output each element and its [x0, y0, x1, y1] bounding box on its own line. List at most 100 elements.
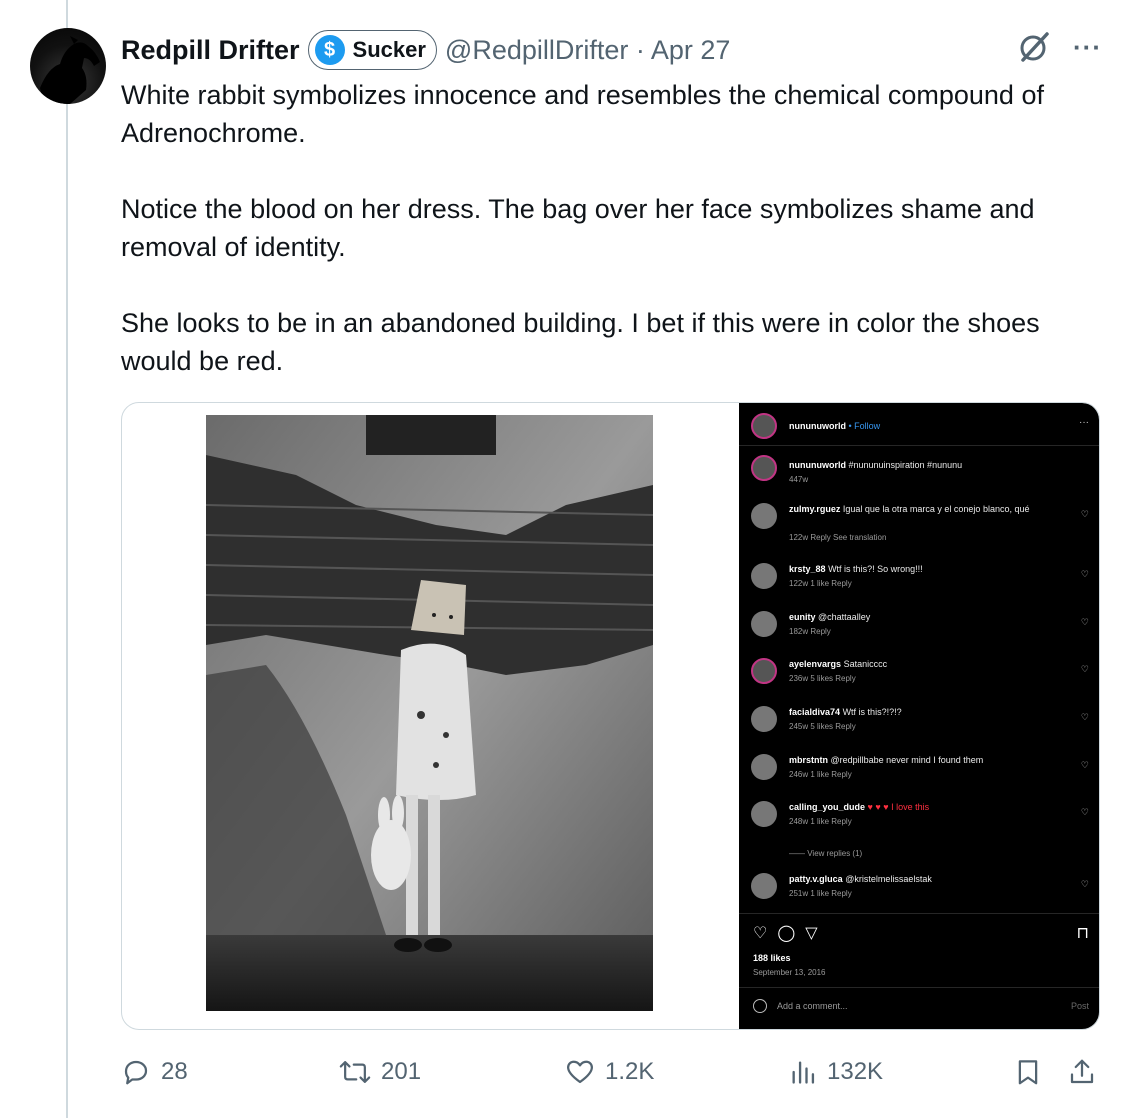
reply-icon	[124, 1060, 148, 1085]
ig-caption-age: 447w	[789, 475, 809, 484]
author-name[interactable]: Redpill Drifter	[121, 35, 300, 66]
tweet-paragraph: Notice the blood on her dress. The bag o…	[121, 194, 1035, 262]
ig-avatar	[751, 754, 777, 780]
ig-view-replies: —— View replies (1)	[789, 849, 863, 858]
ig-bookmark-icon: ⊓	[1076, 925, 1089, 942]
share-icon	[1070, 1059, 1094, 1084]
repost-button[interactable]: 201	[339, 1052, 421, 1092]
tweet-top-actions: ···	[1017, 30, 1102, 64]
author-handle-date[interactable]: @RedpillDrifter · Apr 27	[445, 35, 731, 66]
ig-heart-icon: ♡	[1080, 807, 1089, 817]
tweet-paragraph: White rabbit symbolizes innocence and re…	[121, 80, 1044, 148]
ig-comment-text: Wtf is this?! So wrong!!!	[828, 564, 923, 574]
ig-comment-text: Wtf is this?!?!?	[842, 707, 902, 717]
ig-avatar	[751, 706, 777, 732]
ig-post-label: Post	[1070, 1001, 1089, 1011]
ig-comment-text: @redpillbabe never mind I found them	[830, 755, 984, 765]
ig-avatar	[751, 611, 777, 637]
ig-comment-meta: 245w 5 likes Reply	[789, 722, 856, 731]
ig-comment-meta: 122w Reply See translation	[789, 533, 887, 542]
ig-heart-icon: ♡	[1080, 879, 1089, 889]
ig-avatar	[751, 563, 777, 589]
ig-comment: eunity @chattaalley 182w Reply ♡	[751, 611, 1089, 637]
ig-emoji-icon	[753, 999, 767, 1013]
ig-comment-meta: 246w 1 like Reply	[789, 770, 852, 779]
ig-comment-meta: 251w 1 like Reply	[789, 889, 852, 898]
ig-comment: ayelenvargs Satanicccc 236w 5 likes Reply…	[751, 658, 1089, 684]
ig-heart-icon: ♡	[1080, 617, 1089, 627]
tweet-paragraph: She looks to be in an abandoned building…	[121, 308, 1040, 376]
ig-comment-text: @chattaalley	[818, 612, 871, 622]
ig-header: nununuworld • Follow	[751, 413, 1089, 439]
ig-comment-user: eunity	[789, 612, 816, 622]
tweet-media[interactable]: nununuworld • Follow ··· nununuworld #nu…	[121, 402, 1100, 1030]
badge-label: Sucker	[352, 37, 426, 62]
bookmark-button[interactable]	[1013, 1052, 1043, 1092]
ig-comment-text: @kristelmelissaelstak	[845, 874, 932, 884]
ig-header-user: nununuworld	[789, 421, 846, 431]
ig-comment: krsty_88 Wtf is this?! So wrong!!! 122w 1…	[751, 563, 1089, 589]
ig-caption-text: #nununuinspiration #nununu	[848, 460, 963, 470]
ig-comment-user: mbrstntn	[789, 755, 828, 765]
ig-avatar	[751, 413, 777, 439]
dollar-coin-icon: $	[314, 35, 345, 65]
ig-caption-user: nununuworld	[789, 460, 846, 470]
ig-caption: nununuworld #nununuinspiration #nununu 4…	[751, 455, 1089, 484]
ig-comment-meta: 122w 1 like Reply	[789, 579, 852, 588]
ig-heart-icon: ♡	[1080, 712, 1089, 722]
ig-comment-text: Satanicccc	[843, 659, 888, 669]
ig-comment-user: patty.v.gluca	[789, 874, 843, 884]
bookmark-icon	[1018, 1060, 1038, 1085]
ig-avatar	[751, 455, 777, 481]
ig-comment-text: ♥ ♥ ♥ I love this	[867, 802, 930, 812]
avatar-silhouette-icon	[40, 36, 100, 104]
instagram-post-screenshot: nununuworld • Follow ··· nununuworld #nu…	[739, 403, 1099, 1029]
ig-comment: patty.v.gluca @kristelmelissaelstak 251w …	[751, 873, 1089, 899]
reply-count: 28	[161, 1058, 188, 1085]
ig-heart-icon: ♡	[1080, 760, 1089, 770]
subscription-badge[interactable]: $ Sucker	[307, 30, 437, 70]
ig-avatar	[751, 873, 777, 899]
ig-likes: 188 likes	[753, 953, 791, 963]
thread-line	[66, 0, 68, 1118]
ig-heart-icon: ♡	[753, 925, 768, 942]
heart-icon	[567, 1060, 593, 1084]
ig-comment: zulmy.rguez Igual que la otra marca y el…	[751, 503, 1089, 542]
views-button[interactable]: 132K	[789, 1052, 883, 1092]
reply-button[interactable]: 28	[121, 1052, 188, 1092]
ig-add-comment: Add a comment... Post	[753, 999, 1089, 1013]
views-bar-chart-icon	[792, 1061, 815, 1084]
ig-heart-icon: ♡	[1080, 664, 1089, 674]
ig-avatar	[751, 801, 777, 827]
views-count: 132K	[827, 1058, 884, 1085]
repost-count: 201	[381, 1058, 422, 1085]
ig-avatar	[751, 503, 777, 529]
ig-comment-icon: ◯	[777, 925, 796, 942]
share-button[interactable]	[1067, 1052, 1097, 1092]
ig-comment-text: Igual que la otra marca y el conejo blan…	[842, 504, 1030, 514]
tweet-header: Redpill Drifter $ Sucker @RedpillDrifter…	[121, 30, 730, 70]
ig-comment-meta: 248w 1 like Reply	[789, 817, 852, 826]
avatar[interactable]	[30, 28, 106, 104]
ig-more-icon: ···	[1079, 417, 1089, 428]
ig-comment-user: facialdiva74	[789, 707, 841, 717]
ig-divider	[739, 913, 1099, 914]
ig-comment: facialdiva74 Wtf is this?!?!? 245w 5 like…	[751, 706, 1089, 732]
repost-icon	[339, 1061, 371, 1083]
ig-comment-user: zulmy.rguez	[789, 504, 841, 514]
ig-divider	[739, 445, 1099, 446]
tweet-text: White rabbit symbolizes innocence and re…	[121, 76, 1111, 418]
ig-date: September 13, 2016	[753, 968, 826, 977]
ig-comment: calling_you_dude ♥ ♥ ♥ I love this 248w 1…	[751, 801, 1089, 827]
ig-divider	[739, 987, 1099, 988]
ig-share-icon: ▽	[805, 925, 818, 942]
ig-comment-meta: 236w 5 likes Reply	[789, 674, 856, 683]
grok-slash-icon[interactable]	[1017, 30, 1051, 64]
like-button[interactable]: 1.2K	[565, 1052, 654, 1092]
ig-avatar	[751, 658, 777, 684]
ig-action-bar: ♡ ◯ ▽	[753, 923, 818, 943]
ig-comment-user: calling_you_dude	[789, 802, 866, 812]
ig-heart-icon: ♡	[1080, 509, 1089, 519]
ig-comment-user: ayelenvargs	[789, 659, 842, 669]
more-horizontal-icon[interactable]: ···	[1073, 32, 1102, 63]
